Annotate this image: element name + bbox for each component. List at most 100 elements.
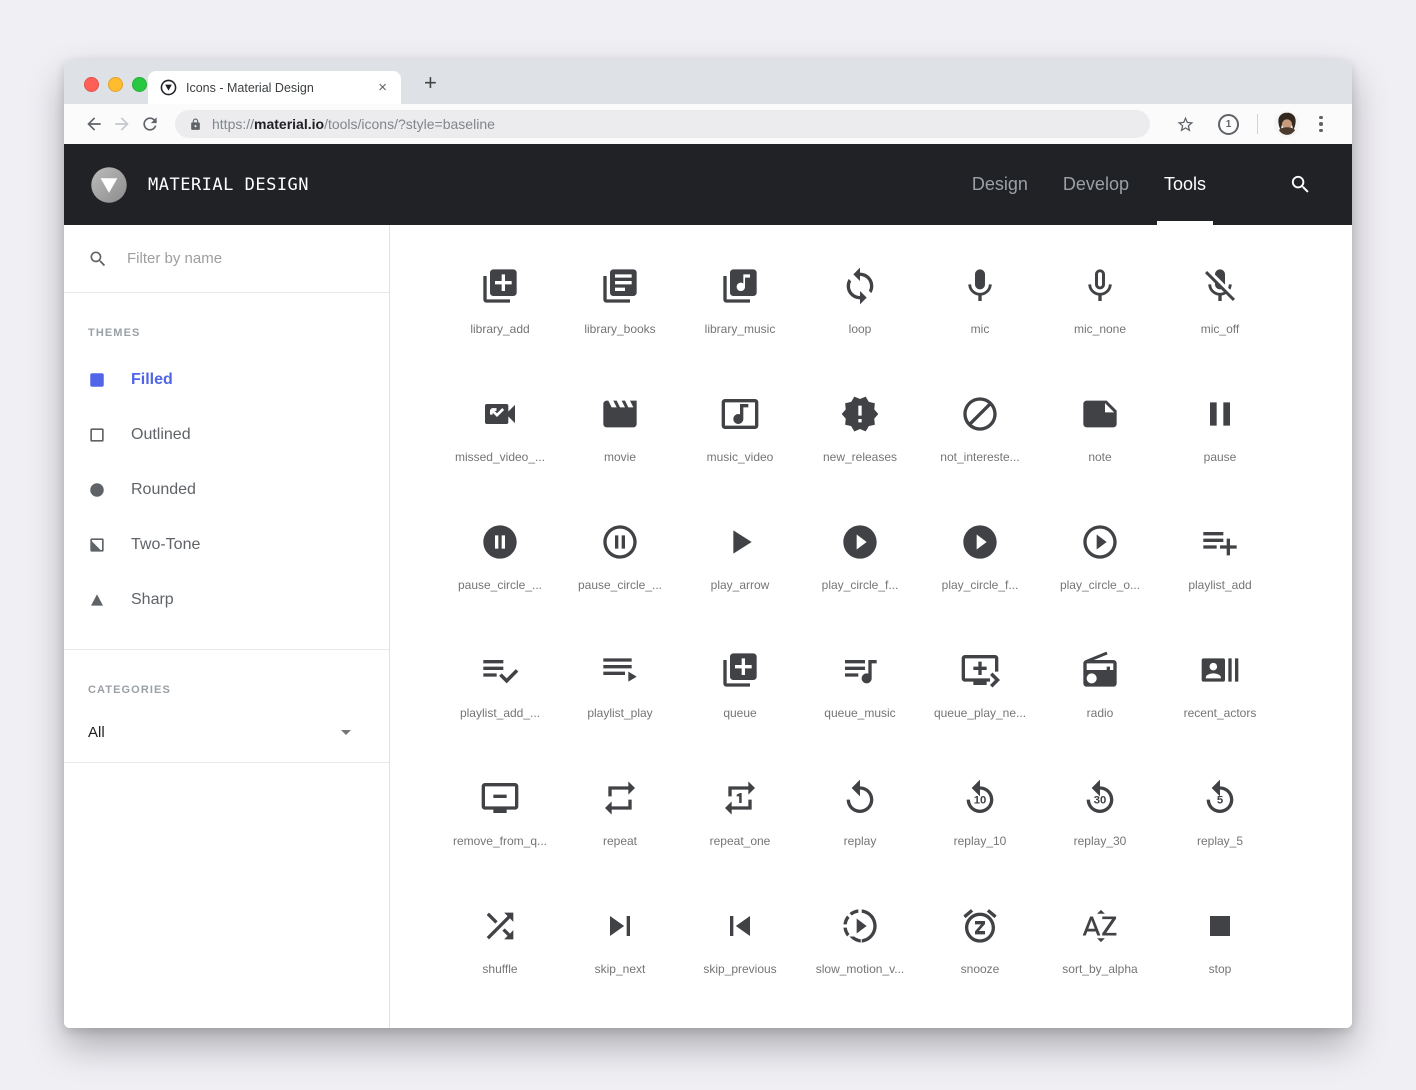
- icon-cell-repeat_one[interactable]: repeat_one: [680, 775, 800, 903]
- icon-cell-radio[interactable]: radio: [1040, 647, 1160, 775]
- icon-label: new_releases: [823, 450, 897, 464]
- icon-cell-queue_play_next[interactable]: queue_play_ne...: [920, 647, 1040, 775]
- sort_by_alpha-icon: [1080, 906, 1120, 946]
- zoom-window-button[interactable]: [132, 77, 147, 92]
- icon-cell-music_video[interactable]: music_video: [680, 391, 800, 519]
- icon-cell-missed_video_call[interactable]: missed_video_...: [440, 391, 560, 519]
- icon-label: sort_by_alpha: [1062, 962, 1137, 976]
- site-header: MATERIAL DESIGN Design Develop Tools: [64, 144, 1352, 225]
- icon-cell-play_arrow[interactable]: play_arrow: [680, 519, 800, 647]
- loop-icon: [840, 266, 880, 306]
- icon-cell-skip_previous[interactable]: skip_previous: [680, 903, 800, 1028]
- back-icon[interactable]: [84, 114, 104, 134]
- bookmark-star-icon[interactable]: [1176, 115, 1195, 134]
- mic_none-icon: [1080, 266, 1120, 306]
- pause_circle_filled-icon: [480, 522, 520, 562]
- shuffle-icon: [480, 906, 520, 946]
- close-window-button[interactable]: [84, 77, 99, 92]
- playlist_play-icon: [600, 650, 640, 690]
- icon-cell-stop[interactable]: stop: [1160, 903, 1280, 1028]
- theme-two-tone[interactable]: Two-Tone: [88, 517, 389, 572]
- icon-cell-queue_music[interactable]: queue_music: [800, 647, 920, 775]
- browser-menu-icon[interactable]: [1317, 113, 1325, 136]
- icon-cell-play_circle_outline[interactable]: play_circle_o...: [1040, 519, 1160, 647]
- library_music-icon: [720, 266, 760, 306]
- icon-cell-movie[interactable]: movie: [560, 391, 680, 519]
- theme-outlined[interactable]: Outlined: [88, 407, 389, 462]
- icon-label: replay_30: [1074, 834, 1127, 848]
- icon-label: queue_play_ne...: [934, 706, 1026, 720]
- icon-cell-mic_none[interactable]: mic_none: [1040, 263, 1160, 391]
- icon-label: playlist_add_...: [460, 706, 540, 720]
- icon-cell-playlist_play[interactable]: playlist_play: [560, 647, 680, 775]
- themes-section: THEMES Filled Outlined: [64, 293, 389, 627]
- icon-cell-mic_off[interactable]: mic_off: [1160, 263, 1280, 391]
- icon-cell-skip_next[interactable]: skip_next: [560, 903, 680, 1028]
- icon-cell-pause_circle_outline[interactable]: pause_circle_...: [560, 519, 680, 647]
- queue-icon: [720, 650, 760, 690]
- filter-search-icon: [88, 249, 108, 269]
- extension-icon[interactable]: 1: [1218, 114, 1239, 135]
- icon-cell-note[interactable]: note: [1040, 391, 1160, 519]
- address-bar[interactable]: https://material.io/tools/icons/?style=b…: [175, 110, 1150, 138]
- icon-cell-replay[interactable]: replay: [800, 775, 920, 903]
- theme-filled[interactable]: Filled: [88, 352, 389, 407]
- nav-develop[interactable]: Develop: [1063, 144, 1129, 225]
- icon-cell-replay_30[interactable]: 30replay_30: [1040, 775, 1160, 903]
- mic-icon: [960, 266, 1000, 306]
- icon-label: library_books: [584, 322, 655, 336]
- skip_next-icon: [600, 906, 640, 946]
- forward-icon[interactable]: [112, 114, 132, 134]
- lock-icon[interactable]: [189, 118, 202, 131]
- category-select[interactable]: All: [88, 704, 389, 760]
- icon-cell-play_circle_filled[interactable]: play_circle_f...: [800, 519, 920, 647]
- icon-cell-repeat[interactable]: repeat: [560, 775, 680, 903]
- not_interested-icon: [960, 394, 1000, 434]
- profile-avatar[interactable]: [1274, 111, 1300, 137]
- icon-cell-pause_circle_filled[interactable]: pause_circle_...: [440, 519, 560, 647]
- theme-rounded[interactable]: Rounded: [88, 462, 389, 517]
- icon-cell-play_circle_filled_white[interactable]: play_circle_f...: [920, 519, 1040, 647]
- material-design-logo[interactable]: [90, 166, 128, 204]
- icon-cell-library_music[interactable]: library_music: [680, 263, 800, 391]
- nav-design[interactable]: Design: [972, 144, 1028, 225]
- nav-tools[interactable]: Tools: [1164, 144, 1206, 225]
- snooze-icon: [960, 906, 1000, 946]
- icon-label: mic_off: [1201, 322, 1239, 336]
- theme-sharp[interactable]: Sharp: [88, 572, 389, 627]
- icon-cell-shuffle[interactable]: shuffle: [440, 903, 560, 1028]
- icon-cell-slow_motion_video[interactable]: slow_motion_v...: [800, 903, 920, 1028]
- mic_off-icon: [1200, 266, 1240, 306]
- radio-icon: [1080, 650, 1120, 690]
- icon-cell-loop[interactable]: loop: [800, 263, 920, 391]
- categories-heading: CATEGORIES: [88, 684, 389, 696]
- icon-cell-playlist_add[interactable]: playlist_add: [1160, 519, 1280, 647]
- icon-cell-replay_10[interactable]: 10replay_10: [920, 775, 1040, 903]
- filter-input[interactable]: [125, 249, 359, 268]
- refresh-icon[interactable]: [140, 114, 160, 134]
- icon-cell-library_add[interactable]: library_add: [440, 263, 560, 391]
- icon-cell-queue[interactable]: queue: [680, 647, 800, 775]
- icon-cell-not_interested[interactable]: not_intereste...: [920, 391, 1040, 519]
- icon-cell-recent_actors[interactable]: recent_actors: [1160, 647, 1280, 775]
- tab-close-icon[interactable]: ×: [374, 78, 391, 97]
- icon-cell-pause[interactable]: pause: [1160, 391, 1280, 519]
- icon-cell-library_books[interactable]: library_books: [560, 263, 680, 391]
- icon-label: repeat_one: [710, 834, 771, 848]
- playlist_add_check-icon: [480, 650, 520, 690]
- icon-cell-sort_by_alpha[interactable]: sort_by_alpha: [1040, 903, 1160, 1028]
- browser-tab[interactable]: Icons - Material Design ×: [148, 71, 401, 104]
- slow_motion_video-icon: [840, 906, 880, 946]
- icon-label: radio: [1087, 706, 1114, 720]
- search-icon[interactable]: [1289, 173, 1312, 196]
- icon-cell-remove_from_queue[interactable]: remove_from_q...: [440, 775, 560, 903]
- icon-cell-mic[interactable]: mic: [920, 263, 1040, 391]
- icon-cell-playlist_add_check[interactable]: playlist_add_...: [440, 647, 560, 775]
- icon-label: playlist_add: [1188, 578, 1251, 592]
- icon-cell-replay_5[interactable]: 5replay_5: [1160, 775, 1280, 903]
- note-icon: [1080, 394, 1120, 434]
- icon-cell-snooze[interactable]: snooze: [920, 903, 1040, 1028]
- minimize-window-button[interactable]: [108, 77, 123, 92]
- icon-cell-new_releases[interactable]: new_releases: [800, 391, 920, 519]
- new-tab-button[interactable]: +: [416, 68, 445, 98]
